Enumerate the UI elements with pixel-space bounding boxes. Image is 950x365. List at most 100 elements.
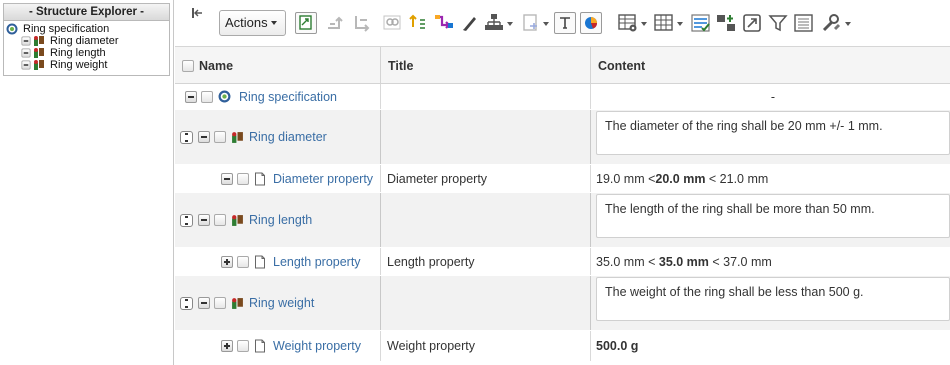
collapse-toggle-icon[interactable] (198, 214, 210, 226)
tree-collapse-icon[interactable] (21, 48, 31, 58)
structure-explorer-panel: - Structure Explorer - Ring specificatio… (0, 0, 174, 365)
row-name-link[interactable]: Weight property (273, 339, 361, 353)
chevron-down-icon[interactable] (507, 22, 513, 26)
filter-icon[interactable] (767, 12, 789, 34)
chart-icon[interactable] (580, 12, 602, 34)
row-name-link[interactable]: Ring length (249, 213, 312, 227)
title-cell (381, 276, 591, 330)
drag-handle-icon[interactable] (180, 213, 193, 227)
table-settings-icon[interactable] (617, 12, 639, 34)
tree-item-ring-diameter[interactable]: Ring diameter (6, 35, 167, 47)
chevron-down-icon[interactable] (677, 22, 683, 26)
collapse-panel-icon[interactable] (191, 7, 203, 19)
table-layout-icon[interactable] (793, 12, 815, 34)
requirement-text-box[interactable]: The length of the ring shall be more tha… (596, 194, 950, 238)
column-header-label: Title (388, 58, 414, 73)
drag-handle-icon[interactable] (180, 130, 193, 144)
table-row[interactable]: Ring weight The weight of the ring shall… (175, 276, 950, 331)
collapse-toggle-icon[interactable] (185, 90, 197, 103)
name-cell: Ring length (175, 193, 381, 247)
column-header-label: Content (598, 58, 646, 73)
table-row[interactable]: Ring specification - (175, 84, 950, 110)
row-checkbox[interactable] (237, 255, 249, 268)
tree-item-label: Ring specification (23, 23, 110, 35)
collapse-toggle-icon[interactable] (198, 131, 210, 143)
chevron-down-icon[interactable] (641, 22, 647, 26)
title-cell (381, 193, 591, 247)
find-icon[interactable] (381, 12, 403, 34)
table-row[interactable]: Diameter property Diameter property 19.0… (175, 165, 950, 193)
row-name-link[interactable]: Ring diameter (249, 130, 327, 144)
tree-item-label: Ring weight (50, 59, 108, 71)
document-icon (255, 172, 265, 185)
row-checkbox[interactable] (214, 297, 226, 309)
name-cell: Length property (175, 248, 381, 275)
hierarchy-icon[interactable] (483, 12, 505, 34)
edit-pencil-icon[interactable] (459, 12, 481, 34)
row-checkbox[interactable] (237, 340, 249, 352)
content-cell: - (770, 89, 776, 104)
copy-icon[interactable] (351, 12, 373, 34)
collapse-toggle-icon[interactable] (221, 172, 233, 185)
content-cell: 35.0 mm < 35.0 mm < 37.0 mm (591, 248, 950, 275)
row-checkbox[interactable] (214, 214, 226, 226)
title-cell (381, 84, 591, 109)
structure-explorer-box: - Structure Explorer - Ring specificatio… (3, 3, 170, 76)
view-grid-icon[interactable] (653, 12, 675, 34)
sort-icon[interactable] (407, 12, 429, 34)
title-cell: Diameter property (381, 165, 591, 192)
tree-item-ring-length[interactable]: Ring length (6, 47, 167, 59)
actions-menu-button[interactable]: Actions (219, 10, 286, 36)
column-header-title[interactable]: Title (381, 47, 591, 84)
requirement-text-box[interactable]: The weight of the ring shall be less tha… (596, 277, 950, 321)
chevron-down-icon[interactable] (543, 22, 549, 26)
table-row[interactable]: Ring diameter The diameter of the ring s… (175, 110, 950, 165)
open-window-icon[interactable] (741, 12, 763, 34)
requirement-text-box[interactable]: The diameter of the ring shall be 20 mm … (596, 111, 950, 155)
collapse-toggle-icon[interactable] (198, 297, 210, 309)
checklist-icon[interactable] (690, 12, 712, 34)
title-cell: Length property (381, 248, 591, 275)
export-icon[interactable] (295, 12, 317, 34)
tree-item-label: Ring length (50, 47, 106, 59)
expand-toggle-icon[interactable] (221, 255, 233, 268)
table-row[interactable]: Weight property Weight property 500.0 g (175, 331, 950, 362)
row-name-link[interactable]: Ring weight (249, 296, 314, 310)
tree-item-ring-weight[interactable]: Ring weight (6, 59, 167, 71)
tree-item-ring-specification[interactable]: Ring specification (6, 23, 167, 35)
row-checkbox[interactable] (237, 172, 249, 185)
compare-icon[interactable] (325, 12, 347, 34)
table-row[interactable]: Ring length The length of the ring shall… (175, 193, 950, 248)
column-header-content[interactable]: Content (591, 47, 950, 84)
tree-collapse-icon[interactable] (21, 36, 31, 46)
content-cell: The diameter of the ring shall be 20 mm … (591, 110, 950, 164)
row-name-link[interactable]: Ring specification (239, 90, 337, 104)
requirement-icon (34, 48, 44, 58)
value-lower-bound: 35.0 mm < (596, 254, 659, 269)
tools-icon[interactable] (820, 12, 842, 34)
row-checkbox[interactable] (201, 90, 213, 103)
insert-icon[interactable] (519, 12, 541, 34)
document-icon (255, 255, 265, 268)
row-name-link[interactable]: Diameter property (273, 172, 373, 186)
row-checkbox[interactable] (214, 131, 226, 143)
column-header-name[interactable]: Name (175, 47, 381, 84)
value-lower-bound: 19.0 mm < (596, 171, 656, 186)
add-column-icon[interactable] (715, 12, 737, 34)
flow-icon[interactable] (433, 12, 455, 34)
content-cell: 500.0 g (591, 331, 950, 361)
value-upper-bound: < 21.0 mm (705, 171, 769, 186)
requirement-icon (232, 131, 243, 143)
table-row[interactable]: Length property Length property 35.0 mm … (175, 248, 950, 276)
row-name-link[interactable]: Length property (273, 255, 361, 269)
tree-collapse-icon[interactable] (21, 60, 31, 70)
document-icon (255, 339, 265, 353)
value-upper-bound: < 37.0 mm (708, 254, 772, 269)
chevron-down-icon (270, 21, 277, 25)
content-cell: The length of the ring shall be more tha… (591, 193, 950, 247)
chevron-down-icon[interactable] (845, 22, 851, 26)
select-all-checkbox[interactable] (182, 59, 194, 72)
drag-handle-icon[interactable] (180, 296, 193, 310)
expand-toggle-icon[interactable] (221, 340, 233, 352)
text-field-icon[interactable] (554, 12, 576, 34)
